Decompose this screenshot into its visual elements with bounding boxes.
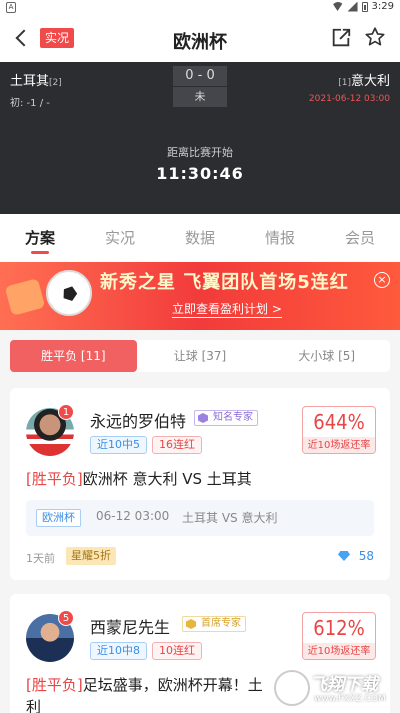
tab-data[interactable]: 数据 xyxy=(160,214,240,262)
share-icon[interactable] xyxy=(330,27,352,49)
match-header: 土耳其[2] [1]意大利 初: -1 / - 2021-06-12 03:00… xyxy=(0,62,400,214)
score: 0 - 0 xyxy=(173,66,227,86)
match-time: 06-12 03:00 xyxy=(96,509,170,523)
away-team-name: 意大利 xyxy=(350,74,390,89)
tab-plans[interactable]: 方案 xyxy=(0,214,80,262)
plan-card[interactable]: 1 永远的罗伯特 知名专家 近10中5 16连红 644% 近10场返还率 [胜… xyxy=(10,388,390,580)
tab-intel[interactable]: 情报 xyxy=(240,214,320,262)
return-rate-value: 612% xyxy=(313,616,365,640)
soccer-ball-icon xyxy=(46,270,92,316)
away-team-rank: [1] xyxy=(338,78,351,88)
star-icon[interactable] xyxy=(364,26,386,48)
return-rate-value: 644% xyxy=(313,410,365,434)
plan-type: [胜平负] xyxy=(26,676,83,694)
tab-bar: 方案 实况 数据 情报 会员 xyxy=(0,214,400,262)
filter-over-under[interactable]: 大小球 [5] xyxy=(263,340,390,372)
rank-badge: 1 xyxy=(58,404,74,420)
match-teams: 土耳其 VS 意大利 xyxy=(182,511,278,525)
streak-pill: 10连红 xyxy=(152,642,202,660)
status-bar: A 3:29 xyxy=(0,0,400,16)
expert-level-tag: 首席专家 xyxy=(182,616,246,632)
watermark-logo-icon xyxy=(274,670,310,706)
top-bar: 实况 欧洲杯 xyxy=(0,16,400,62)
tab-member[interactable]: 会员 xyxy=(320,214,400,262)
gift-icon xyxy=(4,278,46,316)
plan-text: 欧洲杯 意大利 VS 土耳其 xyxy=(82,470,252,488)
filter-win-draw-loss[interactable]: 胜平负 [11] xyxy=(10,340,137,372)
post-time: 1天前 xyxy=(26,552,55,565)
battery-icon xyxy=(361,1,368,12)
plan-text-continued: 利 xyxy=(26,698,42,713)
watermark-text: 飞翔下载 xyxy=(310,675,378,695)
countdown-label: 距离比赛开始 xyxy=(167,146,233,159)
close-icon[interactable]: × xyxy=(374,272,390,288)
return-rate-box: 644% 近10场返还率 xyxy=(302,406,376,454)
diamond-icon xyxy=(338,551,350,561)
home-team-name: 土耳其 xyxy=(10,74,50,89)
plan-type: [胜平负] xyxy=(26,470,83,488)
plan-text: 足坛盛事，欧洲杯开幕！土 xyxy=(82,676,263,694)
banner-link[interactable]: 立即查看盈利计划 > xyxy=(172,300,282,318)
signal-icon xyxy=(347,1,358,12)
watermark-url: www.FXXZ.COM xyxy=(314,694,386,704)
hit-rate-pill: 近10中8 xyxy=(90,642,147,660)
return-rate-label: 近10场返还率 xyxy=(303,643,375,659)
hit-rate-pill: 近10中5 xyxy=(90,436,147,454)
status-time: 3:29 xyxy=(371,1,394,12)
initial-odds: 初: -1 / - xyxy=(10,98,50,109)
streak-pill: 16连红 xyxy=(152,436,202,454)
score-box: 0 - 0 未 xyxy=(173,66,227,107)
filter-handicap[interactable]: 让球 [37] xyxy=(137,340,264,372)
promo-banner[interactable]: 新秀之星 飞翼团队首场5连红 立即查看盈利计划 > × xyxy=(0,262,400,330)
site-watermark: 飞翔下载 www.FXXZ.COM xyxy=(274,666,394,710)
notification-icon: A xyxy=(6,2,16,13)
price: 58 xyxy=(358,549,374,563)
league-tag: 欧洲杯 xyxy=(36,509,81,527)
discount-badge: 星耀5折 xyxy=(66,547,116,565)
home-team[interactable]: 土耳其[2] xyxy=(10,70,62,89)
return-rate-box: 612% 近10场返还率 xyxy=(302,612,376,660)
match-status: 未 xyxy=(173,87,227,107)
expert-name[interactable]: 西蒙尼先生 xyxy=(90,614,170,638)
expert-name[interactable]: 永远的罗伯特 xyxy=(90,408,186,432)
rank-badge: 5 xyxy=(58,610,74,626)
home-team-rank: [2] xyxy=(49,78,62,88)
match-datetime: 2021-06-12 03:00 xyxy=(308,94,390,104)
bet-type-filter: 胜平负 [11] 让球 [37] 大小球 [5] xyxy=(10,340,390,372)
match-strip[interactable]: 欧洲杯 06-12 03:00 土耳其 VS 意大利 xyxy=(26,500,374,536)
banner-headline: 新秀之星 飞翼团队首场5连红 xyxy=(100,272,349,293)
expert-level-tag: 知名专家 xyxy=(194,410,258,426)
plan-title[interactable]: [胜平负]欧洲杯 意大利 VS 土耳其 xyxy=(26,468,376,490)
away-team[interactable]: [1]意大利 xyxy=(338,70,390,89)
wifi-icon xyxy=(331,2,344,11)
tab-live[interactable]: 实况 xyxy=(80,214,160,262)
return-rate-label: 近10场返还率 xyxy=(303,437,375,453)
status-icons: 3:29 xyxy=(331,1,394,12)
countdown-timer: 11:30:46 xyxy=(156,164,244,183)
